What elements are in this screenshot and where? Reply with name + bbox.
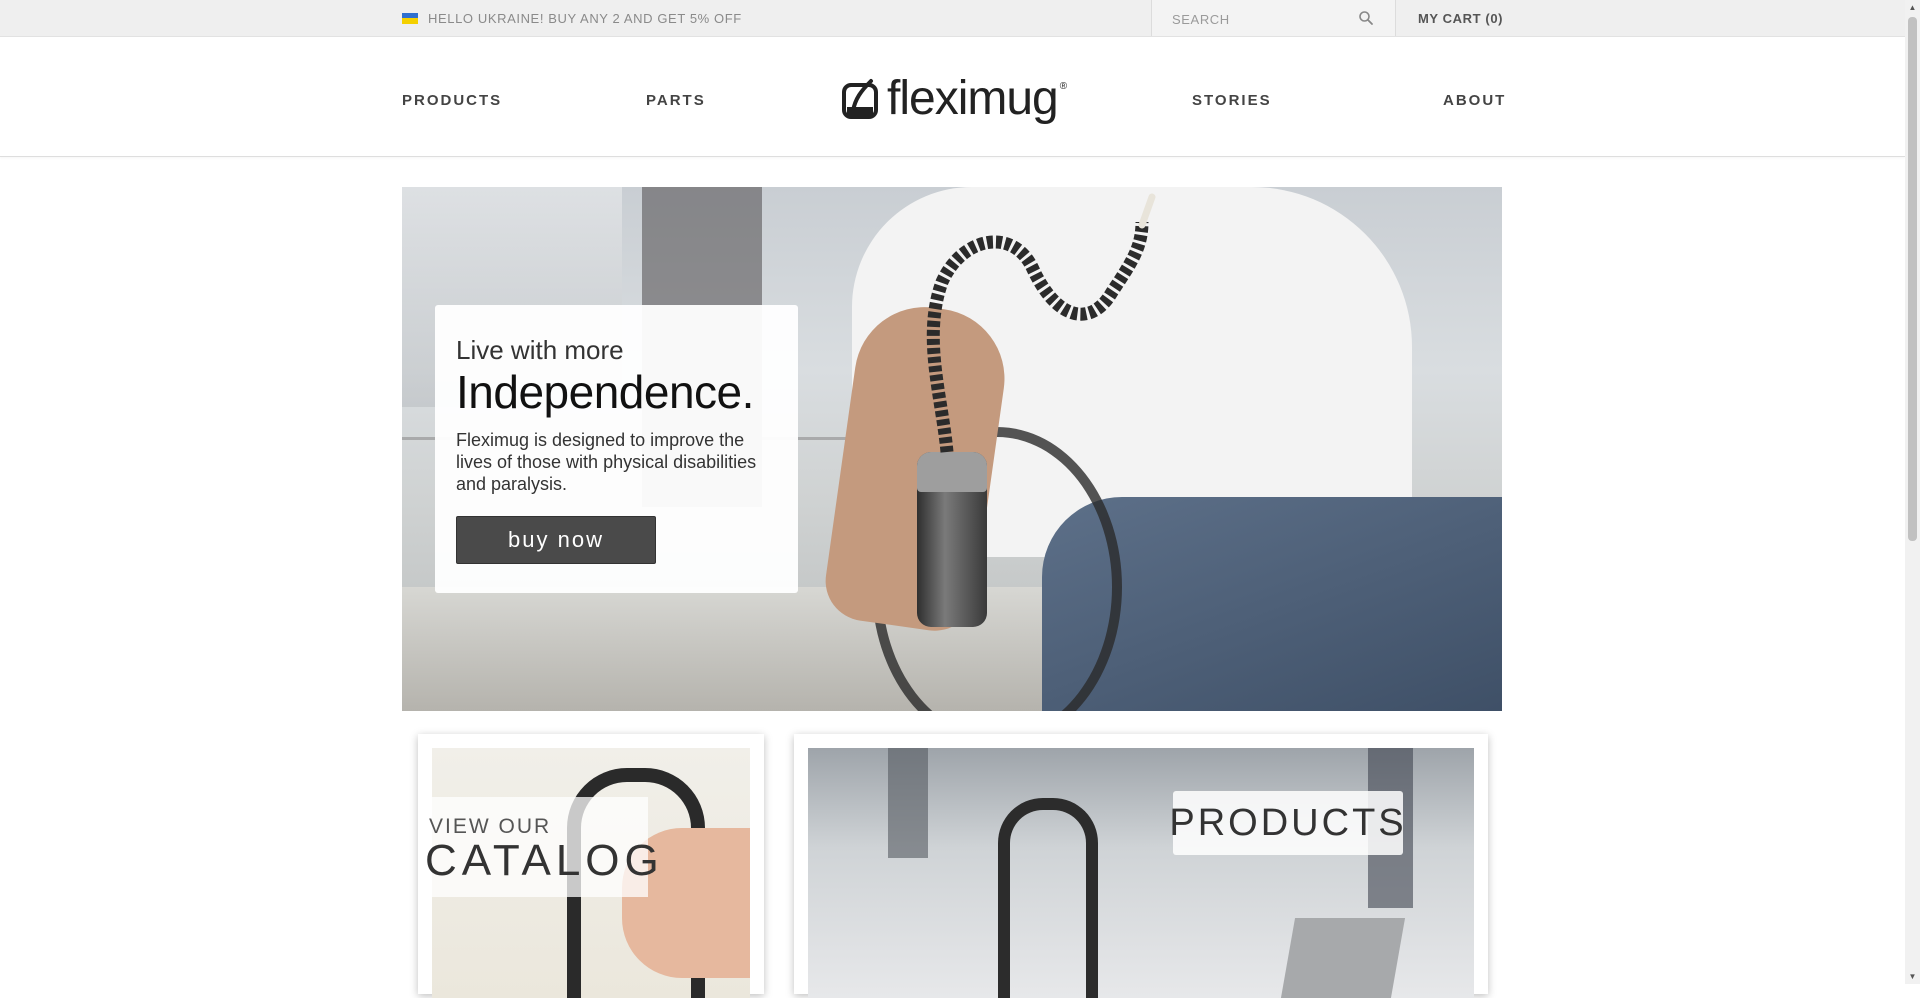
page-scrollbar[interactable]: ▲ ▼ <box>1905 0 1920 984</box>
scroll-down-arrow-icon[interactable]: ▼ <box>1905 969 1920 984</box>
hero-title: Independence. <box>456 366 754 418</box>
nav-about[interactable]: ABOUT <box>1443 92 1506 109</box>
logo-registered-mark: ® <box>1059 81 1068 92</box>
products-bg-person-1 <box>888 748 928 858</box>
products-card-image <box>808 748 1474 998</box>
search-box[interactable] <box>1151 0 1396 36</box>
logo-text: fleximug <box>887 72 1059 125</box>
nav-stories[interactable]: STORIES <box>1192 92 1272 109</box>
buy-now-button[interactable]: buy now <box>456 516 656 564</box>
catalog-label-big[interactable]: CATALOG <box>425 836 664 886</box>
nav-products[interactable]: PRODUCTS <box>402 92 502 109</box>
hero-kicker: Live with more <box>456 335 624 365</box>
scroll-up-arrow-icon[interactable]: ▲ <box>1905 0 1920 15</box>
cart-link[interactable]: MY CART (0) <box>1418 0 1503 36</box>
products-laptop <box>1280 918 1406 998</box>
promo-banner: HELLO UKRAINE! BUY ANY 2 AND GET 5% OFF <box>402 0 742 36</box>
announcement-bar: HELLO UKRAINE! BUY ANY 2 AND GET 5% OFF … <box>0 0 1905 37</box>
scrollbar-thumb[interactable] <box>1908 17 1917 541</box>
fleximug-logo-icon <box>842 79 878 119</box>
products-flex-arm <box>998 798 1098 998</box>
site-header: PRODUCTS PARTS fleximug ® STORIES ABOUT <box>0 37 1905 157</box>
search-input[interactable] <box>1170 8 1354 30</box>
hero-description: Fleximug is designed to improve the live… <box>456 430 757 494</box>
search-icon[interactable] <box>1358 10 1374 26</box>
site-logo[interactable]: fleximug ® <box>841 75 1067 123</box>
ukraine-flag-icon <box>402 12 418 24</box>
nav-parts[interactable]: PARTS <box>646 92 706 109</box>
products-card[interactable] <box>794 734 1488 998</box>
products-label[interactable]: PRODUCTS <box>1169 791 1404 855</box>
promo-text: HELLO UKRAINE! BUY ANY 2 AND GET 5% OFF <box>428 10 742 26</box>
